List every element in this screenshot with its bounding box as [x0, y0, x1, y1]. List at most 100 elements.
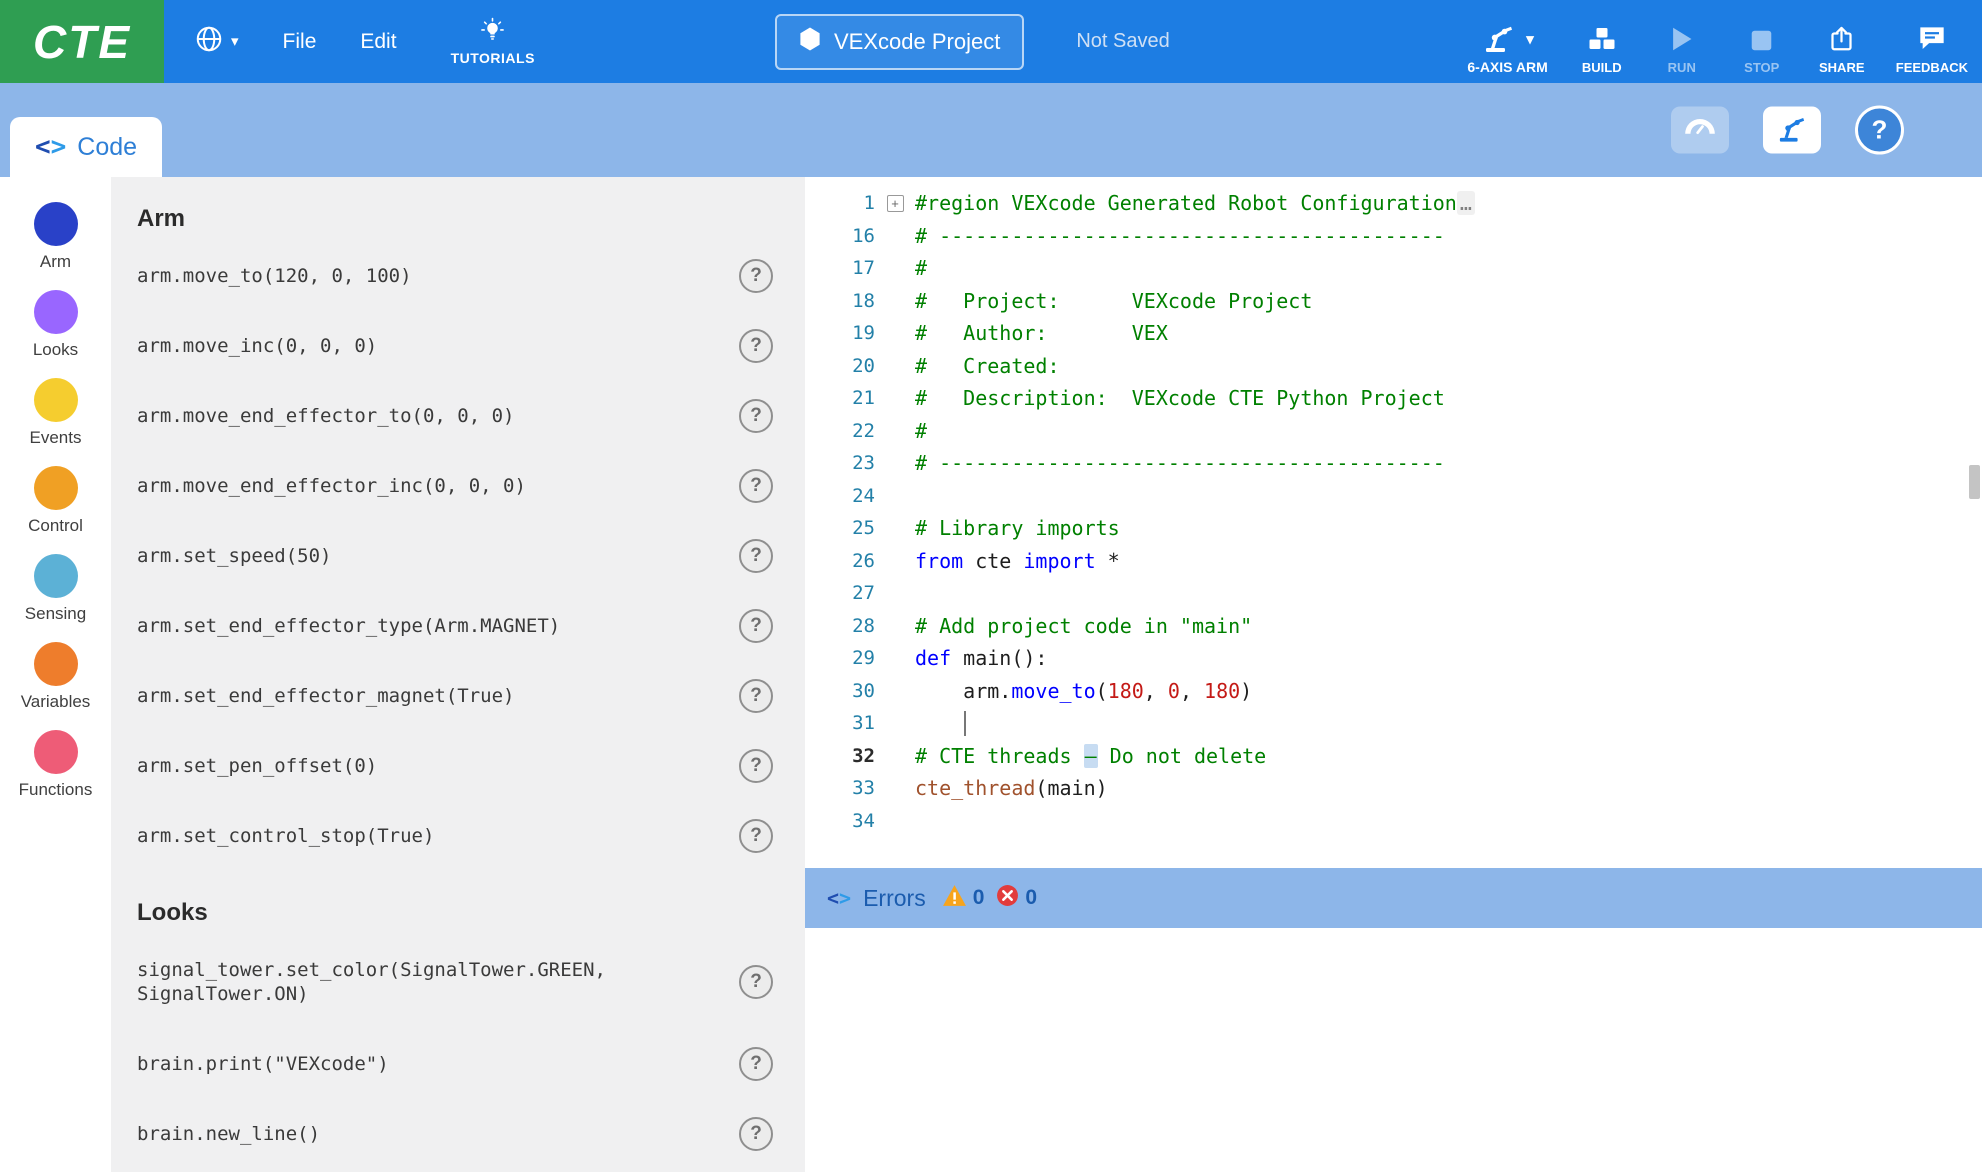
command-text[interactable]: arm.set_pen_offset(0)	[137, 754, 721, 778]
category-circle[interactable]	[34, 730, 78, 774]
feedback-button[interactable]: FEEDBACK	[1896, 25, 1968, 75]
menu-edit[interactable]: Edit	[360, 30, 396, 54]
command-help-button[interactable]: ?	[739, 749, 773, 783]
category-looks[interactable]: Looks	[0, 281, 111, 369]
menu-file[interactable]: File	[283, 30, 317, 54]
code-line[interactable]: 18# Project: VEXcode Project	[805, 285, 1982, 318]
command-item[interactable]: arm.move_end_effector_to(0, 0, 0)?	[111, 381, 805, 451]
category-events[interactable]: Events	[0, 369, 111, 457]
command-text[interactable]: brain.new_line()	[137, 1122, 721, 1146]
command-item[interactable]: arm.move_inc(0, 0, 0)?	[111, 311, 805, 381]
code-line[interactable]: 16# ------------------------------------…	[805, 220, 1982, 253]
code-lines[interactable]: 1+#region VEXcode Generated Robot Config…	[805, 177, 1982, 868]
command-text[interactable]: arm.set_end_effector_magnet(True)	[137, 684, 721, 708]
command-item[interactable]: arm.set_speed(50)?	[111, 521, 805, 591]
command-item[interactable]: arm.set_end_effector_magnet(True)?	[111, 661, 805, 731]
category-circle[interactable]	[34, 378, 78, 422]
code-line[interactable]: 32# CTE threads — Do not delete	[805, 740, 1982, 773]
command-text[interactable]: arm.move_to(120, 0, 100)	[137, 264, 721, 288]
code-line[interactable]: 28# Add project code in "main"	[805, 610, 1982, 643]
command-item[interactable]: brain.print("VEXcode")?	[111, 1029, 805, 1099]
code-line[interactable]: 25# Library imports	[805, 512, 1982, 545]
code-line[interactable]: 21# Description: VEXcode CTE Python Proj…	[805, 382, 1982, 415]
category-circle[interactable]	[34, 642, 78, 686]
code-line[interactable]: 30 arm.move_to(180, 0, 180)	[805, 675, 1982, 708]
stop-button[interactable]: STOP	[1736, 29, 1788, 75]
play-icon	[1670, 26, 1694, 55]
category-functions[interactable]: Functions	[0, 721, 111, 809]
tab-code[interactable]: <> Code	[10, 117, 162, 177]
code-text: # Description: VEXcode CTE Python Projec…	[915, 386, 1445, 410]
share-button[interactable]: SHARE	[1816, 25, 1868, 75]
command-text[interactable]: arm.move_inc(0, 0, 0)	[137, 334, 721, 358]
command-help-button[interactable]: ?	[739, 819, 773, 853]
code-line[interactable]: 17#	[805, 252, 1982, 285]
category-circle[interactable]	[34, 466, 78, 510]
code-text: # --------------------------------------…	[915, 451, 1445, 475]
command-item[interactable]: arm.set_end_effector_type(Arm.MAGNET)?	[111, 591, 805, 661]
code-line[interactable]: 33cte_thread(main)	[805, 772, 1982, 805]
category-circle[interactable]	[34, 290, 78, 334]
device-selector[interactable]: ▾ 6-AXIS ARM	[1467, 23, 1547, 75]
command-help-button[interactable]: ?	[739, 1047, 773, 1081]
cte-logo[interactable]: CTE	[0, 0, 164, 83]
category-circle[interactable]	[34, 202, 78, 246]
command-item[interactable]: signal_tower.set_color(SignalTower.GREEN…	[111, 935, 805, 1029]
build-button[interactable]: BUILD	[1576, 25, 1628, 75]
category-arm[interactable]: Arm	[0, 193, 111, 281]
tutorials-label: TUTORIALS	[451, 50, 535, 66]
code-line[interactable]: 23# ------------------------------------…	[805, 447, 1982, 480]
command-text[interactable]: arm.move_end_effector_to(0, 0, 0)	[137, 404, 721, 428]
project-name-button[interactable]: VEXcode Project	[775, 14, 1024, 70]
run-button[interactable]: RUN	[1656, 26, 1708, 75]
errors-panel-header[interactable]: <> Errors 0	[805, 868, 1982, 928]
fold-gutter[interactable]: +	[875, 195, 915, 212]
code-line[interactable]: 31	[805, 707, 1982, 740]
code-line[interactable]: 22#	[805, 415, 1982, 448]
command-text[interactable]: arm.set_speed(50)	[137, 544, 721, 568]
command-text[interactable]: arm.move_end_effector_inc(0, 0, 0)	[137, 474, 721, 498]
fold-expand-icon[interactable]: +	[887, 195, 904, 212]
category-circle[interactable]	[34, 554, 78, 598]
command-help-button[interactable]: ?	[739, 399, 773, 433]
command-item[interactable]: arm.set_pen_offset(0)?	[111, 731, 805, 801]
command-text[interactable]: signal_tower.set_color(SignalTower.GREEN…	[137, 958, 721, 1006]
code-line[interactable]: 19# Author: VEX	[805, 317, 1982, 350]
command-text[interactable]: arm.set_end_effector_type(Arm.MAGNET)	[137, 614, 721, 638]
category-sensing[interactable]: Sensing	[0, 545, 111, 633]
code-line[interactable]: 34	[805, 805, 1982, 838]
command-help-button[interactable]: ?	[739, 539, 773, 573]
editor-scrollbar[interactable]	[1969, 465, 1980, 499]
category-label: Arm	[40, 252, 71, 272]
code-text: # Add project code in "main"	[915, 614, 1252, 638]
code-line[interactable]: 20# Created:	[805, 350, 1982, 383]
command-text[interactable]: brain.print("VEXcode")	[137, 1052, 721, 1076]
command-help-button[interactable]: ?	[739, 259, 773, 293]
command-help-button[interactable]: ?	[739, 609, 773, 643]
command-item[interactable]: arm.set_control_stop(True)?	[111, 801, 805, 871]
tutorials-button[interactable]: TUTORIALS	[451, 17, 535, 66]
code-line[interactable]: 24	[805, 480, 1982, 513]
command-help-button[interactable]: ?	[739, 965, 773, 999]
device-view-button[interactable]	[1763, 107, 1821, 154]
command-text[interactable]: arm.set_control_stop(True)	[137, 824, 721, 848]
dashboard-button[interactable]	[1671, 107, 1729, 154]
language-menu[interactable]: ▾	[194, 24, 239, 59]
command-help-button[interactable]: ?	[739, 329, 773, 363]
code-line[interactable]: 27	[805, 577, 1982, 610]
command-item[interactable]: arm.move_to(120, 0, 100)?	[111, 241, 805, 311]
category-control[interactable]: Control	[0, 457, 111, 545]
category-variables[interactable]: Variables	[0, 633, 111, 721]
help-button[interactable]: ?	[1855, 106, 1904, 155]
code-line[interactable]: 1+#region VEXcode Generated Robot Config…	[805, 187, 1982, 220]
code-line[interactable]: 26from cte import *	[805, 545, 1982, 578]
command-help-button[interactable]: ?	[739, 679, 773, 713]
command-help-button[interactable]: ?	[739, 1117, 773, 1151]
command-help-button[interactable]: ?	[739, 469, 773, 503]
command-item[interactable]: brain.new_line()?	[111, 1099, 805, 1169]
command-item[interactable]: arm.move_end_effector_inc(0, 0, 0)?	[111, 451, 805, 521]
line-number: 26	[805, 550, 875, 572]
warning-triangle-icon	[942, 884, 967, 913]
question-mark-icon: ?	[1872, 115, 1888, 146]
code-line[interactable]: 29def main():	[805, 642, 1982, 675]
